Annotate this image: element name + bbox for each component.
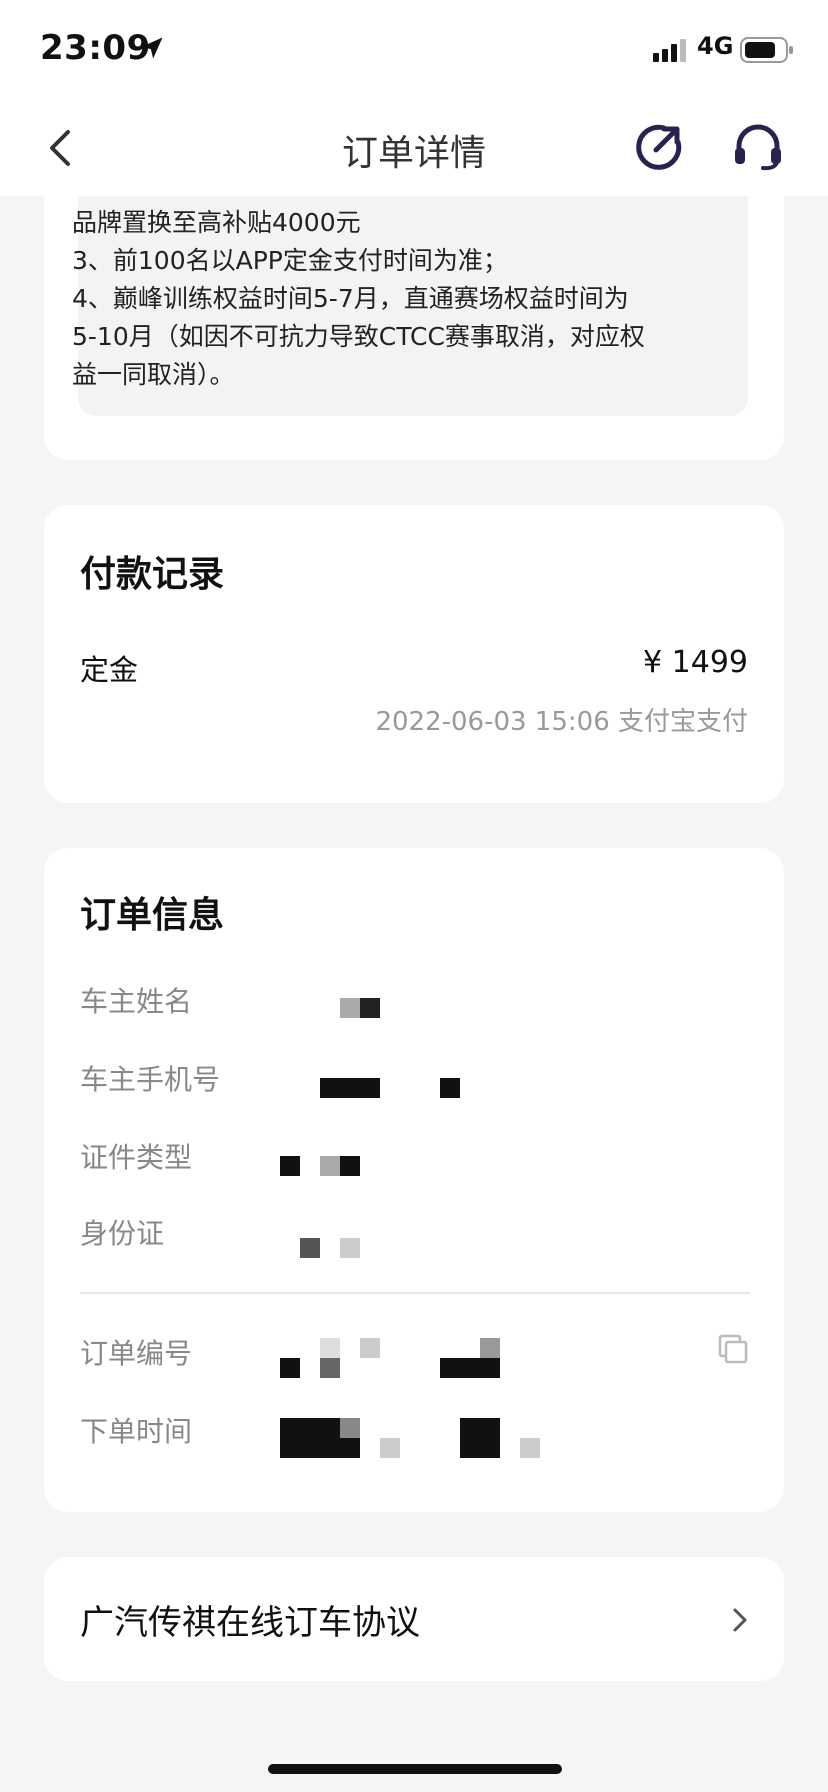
payment-meta: 2022-06-03 15:06 支付宝支付 <box>375 707 748 737</box>
redacted-pixel <box>320 1338 340 1358</box>
headset-icon[interactable] <box>731 122 785 172</box>
notes-text: 品牌置换至高补贴4000元 3、前100名以APP定金支付时间为准； 4、巅峰训… <box>72 204 722 394</box>
redacted-pixel <box>520 1438 540 1458</box>
order-info-title: 订单信息 <box>80 895 225 936</box>
order-info-card: 订单信息 车主姓名 车主手机号 证件类型 身份证 订单编号 下单时间 <box>44 848 784 1512</box>
status-time: 23:09 <box>40 28 151 68</box>
agreement-label: 广汽传祺在线订车协议 <box>80 1603 420 1643</box>
notes-line: 5-10月（如因不可抗力导致CTCC赛事取消，对应权 <box>72 322 645 351</box>
redacted-pixel <box>280 1438 360 1458</box>
deposit-amount: ¥ 1499 <box>643 645 748 680</box>
agreement-link[interactable]: 广汽传祺在线订车协议 <box>44 1557 784 1681</box>
redacted-pixel <box>320 1358 340 1378</box>
battery-icon <box>740 37 793 63</box>
payment-record-card: 付款记录 定金 ¥ 1499 2022-06-03 15:06 支付宝支付 <box>44 505 784 803</box>
redacted-pixel <box>440 1358 500 1378</box>
redacted-pixel <box>460 1418 500 1458</box>
owner-phone-label: 车主手机号 <box>80 1063 221 1096</box>
redacted-pixel <box>280 1418 340 1438</box>
redacted-pixel <box>340 998 360 1018</box>
redacted-pixel <box>360 998 380 1018</box>
home-indicator[interactable] <box>268 1764 562 1774</box>
redacted-pixel <box>360 1338 380 1358</box>
redacted-pixel <box>380 1438 400 1458</box>
network-type: 4G <box>697 32 734 60</box>
deposit-label: 定金 <box>80 653 139 687</box>
redacted-pixel <box>320 1078 380 1098</box>
redacted-pixel <box>480 1338 500 1358</box>
divider <box>80 1292 750 1294</box>
redacted-pixel <box>300 1238 320 1258</box>
cellular-signal-icon <box>653 39 686 62</box>
redacted-pixel <box>340 1238 360 1258</box>
notes-line: 品牌置换至高补贴4000元 <box>72 208 361 237</box>
notes-line: 益一同取消）。 <box>72 360 235 389</box>
notes-line: 3、前100名以APP定金支付时间为准； <box>72 246 508 275</box>
redacted-pixel <box>280 1358 300 1378</box>
share-icon[interactable] <box>634 122 684 172</box>
status-bar: 23:09 4G <box>0 0 828 100</box>
redacted-pixel <box>280 1156 300 1176</box>
redacted-pixel <box>440 1078 460 1098</box>
redacted-pixel <box>340 1418 360 1438</box>
payment-record-title: 付款记录 <box>80 554 225 595</box>
redacted-pixel <box>340 1156 360 1176</box>
page-title: 订单详情 <box>341 133 486 174</box>
order-number-label: 订单编号 <box>80 1337 193 1370</box>
owner-name-label: 车主姓名 <box>80 985 193 1018</box>
id-type-label: 证件类型 <box>80 1141 193 1174</box>
chevron-right-icon <box>733 1608 747 1632</box>
copy-icon[interactable] <box>718 1334 748 1364</box>
id-card-label: 身份证 <box>80 1217 165 1250</box>
order-time-label: 下单时间 <box>80 1415 193 1448</box>
redacted-pixel <box>320 1156 340 1176</box>
location-arrow-icon <box>141 37 163 59</box>
notes-line: 4、巅峰训练权益时间5-7月，直通赛场权益时间为 <box>72 284 629 313</box>
nav-bar: 订单详情 <box>0 100 828 196</box>
